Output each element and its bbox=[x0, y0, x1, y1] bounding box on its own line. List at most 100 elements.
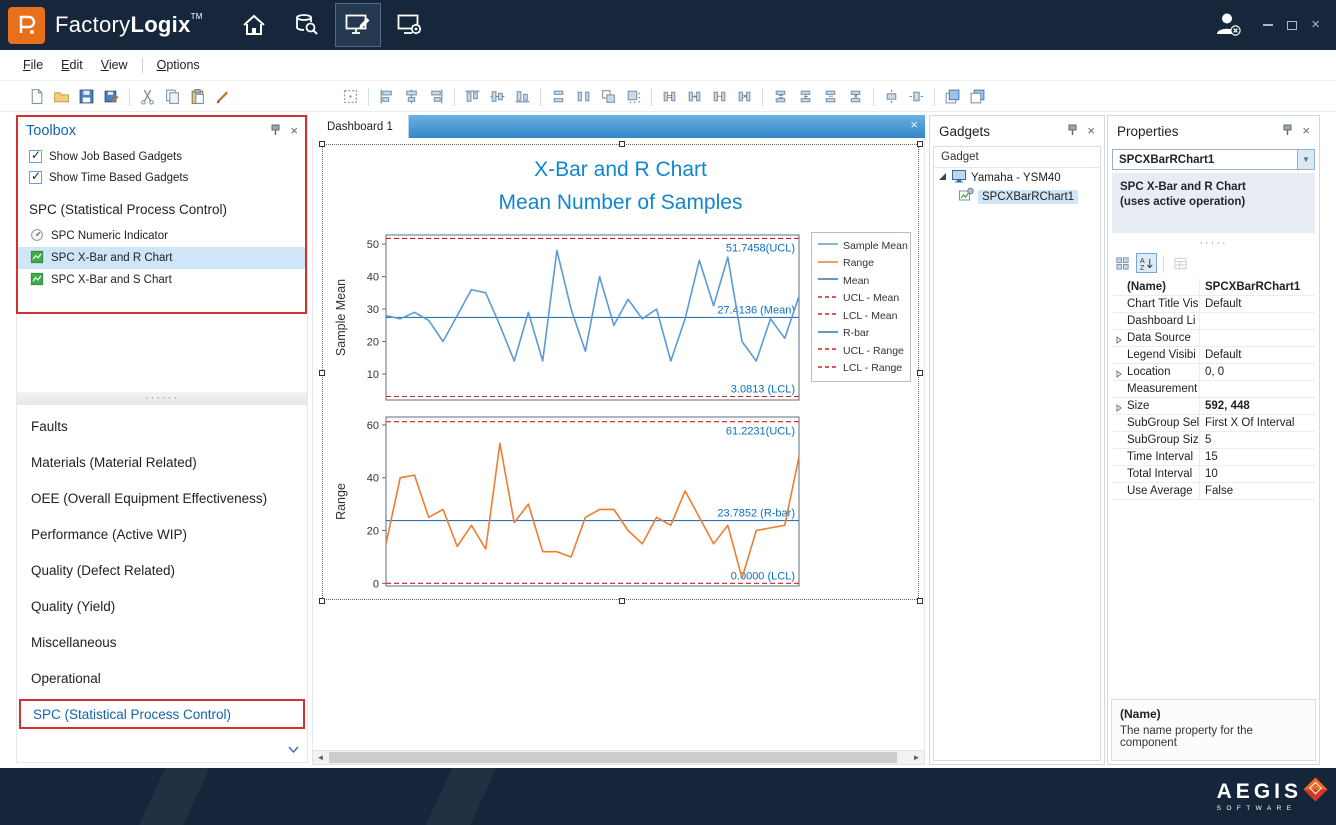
category-item[interactable]: SPC (Statistical Process Control) bbox=[19, 699, 305, 729]
property-row[interactable]: Data Source bbox=[1112, 330, 1315, 347]
minimize-button[interactable] bbox=[1263, 24, 1273, 26]
user-logout-icon[interactable] bbox=[1213, 10, 1243, 41]
align-middle-icon[interactable] bbox=[485, 86, 510, 108]
toolbox-item[interactable]: SPC Numeric Indicator bbox=[17, 225, 307, 247]
resize-handle[interactable] bbox=[917, 598, 923, 604]
property-value[interactable]: Default bbox=[1200, 298, 1315, 310]
align-top-icon[interactable] bbox=[460, 86, 485, 108]
data-reports-icon[interactable] bbox=[283, 3, 329, 47]
property-row[interactable]: (Name)SPCXBarRChart1 bbox=[1112, 279, 1315, 296]
tab-dashboard-1[interactable]: Dashboard 1 bbox=[312, 115, 409, 138]
scroll-left-icon[interactable]: ◄ bbox=[313, 751, 328, 764]
resize-handle[interactable] bbox=[619, 598, 625, 604]
close-icon[interactable]: × bbox=[1087, 126, 1095, 136]
category-item[interactable]: Materials (Material Related) bbox=[17, 444, 307, 480]
horizontal-scrollbar[interactable]: ◄ ► bbox=[312, 750, 925, 765]
process-configuration-icon[interactable] bbox=[387, 3, 433, 47]
property-value[interactable]: 10 bbox=[1200, 468, 1315, 480]
category-item[interactable]: Miscellaneous bbox=[17, 624, 307, 660]
new-document-icon[interactable] bbox=[24, 86, 49, 108]
bring-to-front-icon[interactable] bbox=[940, 86, 965, 108]
property-row[interactable]: Legend VisibiDefault bbox=[1112, 347, 1315, 364]
resize-handle[interactable] bbox=[319, 598, 325, 604]
toolbox-item[interactable]: SPC X-Bar and R Chart bbox=[17, 247, 307, 269]
checkbox-icon[interactable] bbox=[29, 150, 42, 163]
dashboard-designer-icon[interactable] bbox=[335, 3, 381, 47]
save-icon[interactable] bbox=[74, 86, 99, 108]
scroll-right-icon[interactable]: ► bbox=[909, 751, 924, 764]
categorized-view-icon[interactable] bbox=[1112, 253, 1133, 273]
space-down-remove-icon[interactable]: × bbox=[843, 86, 868, 108]
toolbox-splitter[interactable]: ······ bbox=[17, 392, 307, 405]
resize-handle[interactable] bbox=[319, 370, 325, 376]
menu-item-options[interactable]: Options bbox=[148, 54, 209, 76]
property-value[interactable]: 15 bbox=[1200, 451, 1315, 463]
property-row[interactable]: Chart Title VisDefault bbox=[1112, 296, 1315, 313]
menu-item-file[interactable]: File bbox=[14, 54, 52, 76]
property-row[interactable]: Size592, 448 bbox=[1112, 398, 1315, 415]
checkbox-row[interactable]: Show Job Based Gadgets bbox=[17, 146, 307, 167]
space-down-decrease-icon[interactable]: − bbox=[818, 86, 843, 108]
property-value[interactable]: 5 bbox=[1200, 434, 1315, 446]
property-value[interactable]: False bbox=[1200, 485, 1315, 497]
same-width-icon[interactable] bbox=[546, 86, 571, 108]
property-row[interactable]: Use AverageFalse bbox=[1112, 483, 1315, 500]
cut-icon[interactable] bbox=[135, 86, 160, 108]
space-across-remove-icon[interactable]: × bbox=[732, 86, 757, 108]
menu-item-view[interactable]: View bbox=[92, 54, 137, 76]
copy-icon[interactable] bbox=[160, 86, 185, 108]
pin-icon[interactable] bbox=[270, 124, 281, 139]
category-item[interactable]: Faults bbox=[17, 408, 307, 444]
selection-grid-icon[interactable] bbox=[338, 86, 363, 108]
resize-handle[interactable] bbox=[917, 141, 923, 147]
property-pages-icon[interactable] bbox=[1170, 253, 1191, 273]
category-item[interactable]: Performance (Active WIP) bbox=[17, 516, 307, 552]
resize-handle[interactable] bbox=[619, 141, 625, 147]
send-to-back-icon[interactable] bbox=[965, 86, 990, 108]
property-row[interactable]: Dashboard Li bbox=[1112, 313, 1315, 330]
expand-icon[interactable] bbox=[1115, 369, 1123, 381]
menu-item-edit[interactable]: Edit bbox=[52, 54, 92, 76]
expand-icon[interactable] bbox=[1115, 403, 1123, 415]
checkbox-icon[interactable] bbox=[29, 171, 42, 184]
close-button[interactable]: × bbox=[1311, 20, 1320, 30]
same-size-icon[interactable] bbox=[596, 86, 621, 108]
space-across-decrease-icon[interactable]: − bbox=[707, 86, 732, 108]
gadget-column-header[interactable]: Gadget bbox=[934, 147, 1100, 168]
category-item[interactable]: Quality (Yield) bbox=[17, 588, 307, 624]
property-value[interactable]: First X Of Interval bbox=[1200, 417, 1315, 429]
format-painter-icon[interactable] bbox=[210, 86, 235, 108]
toolbox-item[interactable]: SPC X-Bar and S Chart bbox=[17, 269, 307, 291]
expander-icon[interactable] bbox=[938, 172, 947, 184]
resize-handle[interactable] bbox=[319, 141, 325, 147]
property-value[interactable]: SPCXBarRChart1 bbox=[1200, 281, 1315, 293]
pin-icon[interactable] bbox=[1067, 124, 1078, 139]
property-row[interactable]: Total Interval10 bbox=[1112, 466, 1315, 483]
resize-handle[interactable] bbox=[917, 370, 923, 376]
category-item[interactable]: Operational bbox=[17, 660, 307, 696]
property-row[interactable]: Time Interval15 bbox=[1112, 449, 1315, 466]
chevron-down-icon[interactable]: ▼ bbox=[1297, 150, 1314, 169]
component-selector[interactable]: SPCXBarRChart1 ▼ bbox=[1112, 149, 1315, 170]
category-item[interactable]: Quality (Defect Related) bbox=[17, 552, 307, 588]
category-item[interactable]: OEE (Overall Equipment Effectiveness) bbox=[17, 480, 307, 516]
tree-item[interactable]: SPCXBarRChart1 bbox=[934, 187, 1100, 206]
center-horizontal-icon[interactable] bbox=[879, 86, 904, 108]
space-across-equal-icon[interactable]: = bbox=[657, 86, 682, 108]
pin-icon[interactable] bbox=[1282, 124, 1293, 139]
save-as-icon[interactable] bbox=[99, 86, 124, 108]
property-row[interactable]: Location0, 0 bbox=[1112, 364, 1315, 381]
tree-item[interactable]: Yamaha - YSM40 bbox=[934, 168, 1100, 187]
align-left-icon[interactable] bbox=[374, 86, 399, 108]
tab-close-icon[interactable]: × bbox=[910, 119, 918, 131]
dashboard-canvas[interactable]: X-Bar and R Chart Mean Number of Samples… bbox=[312, 138, 925, 750]
property-row[interactable]: SubGroup Siz5 bbox=[1112, 432, 1315, 449]
properties-splitter[interactable]: ····· bbox=[1108, 237, 1319, 250]
center-vertical-icon[interactable] bbox=[904, 86, 929, 108]
alphabetical-sort-icon[interactable]: AZ bbox=[1136, 253, 1157, 273]
scrollbar-thumb[interactable] bbox=[329, 752, 897, 763]
close-icon[interactable]: × bbox=[1302, 126, 1310, 136]
maximize-button[interactable] bbox=[1287, 21, 1297, 30]
property-row[interactable]: Measurement bbox=[1112, 381, 1315, 398]
paste-icon[interactable] bbox=[185, 86, 210, 108]
